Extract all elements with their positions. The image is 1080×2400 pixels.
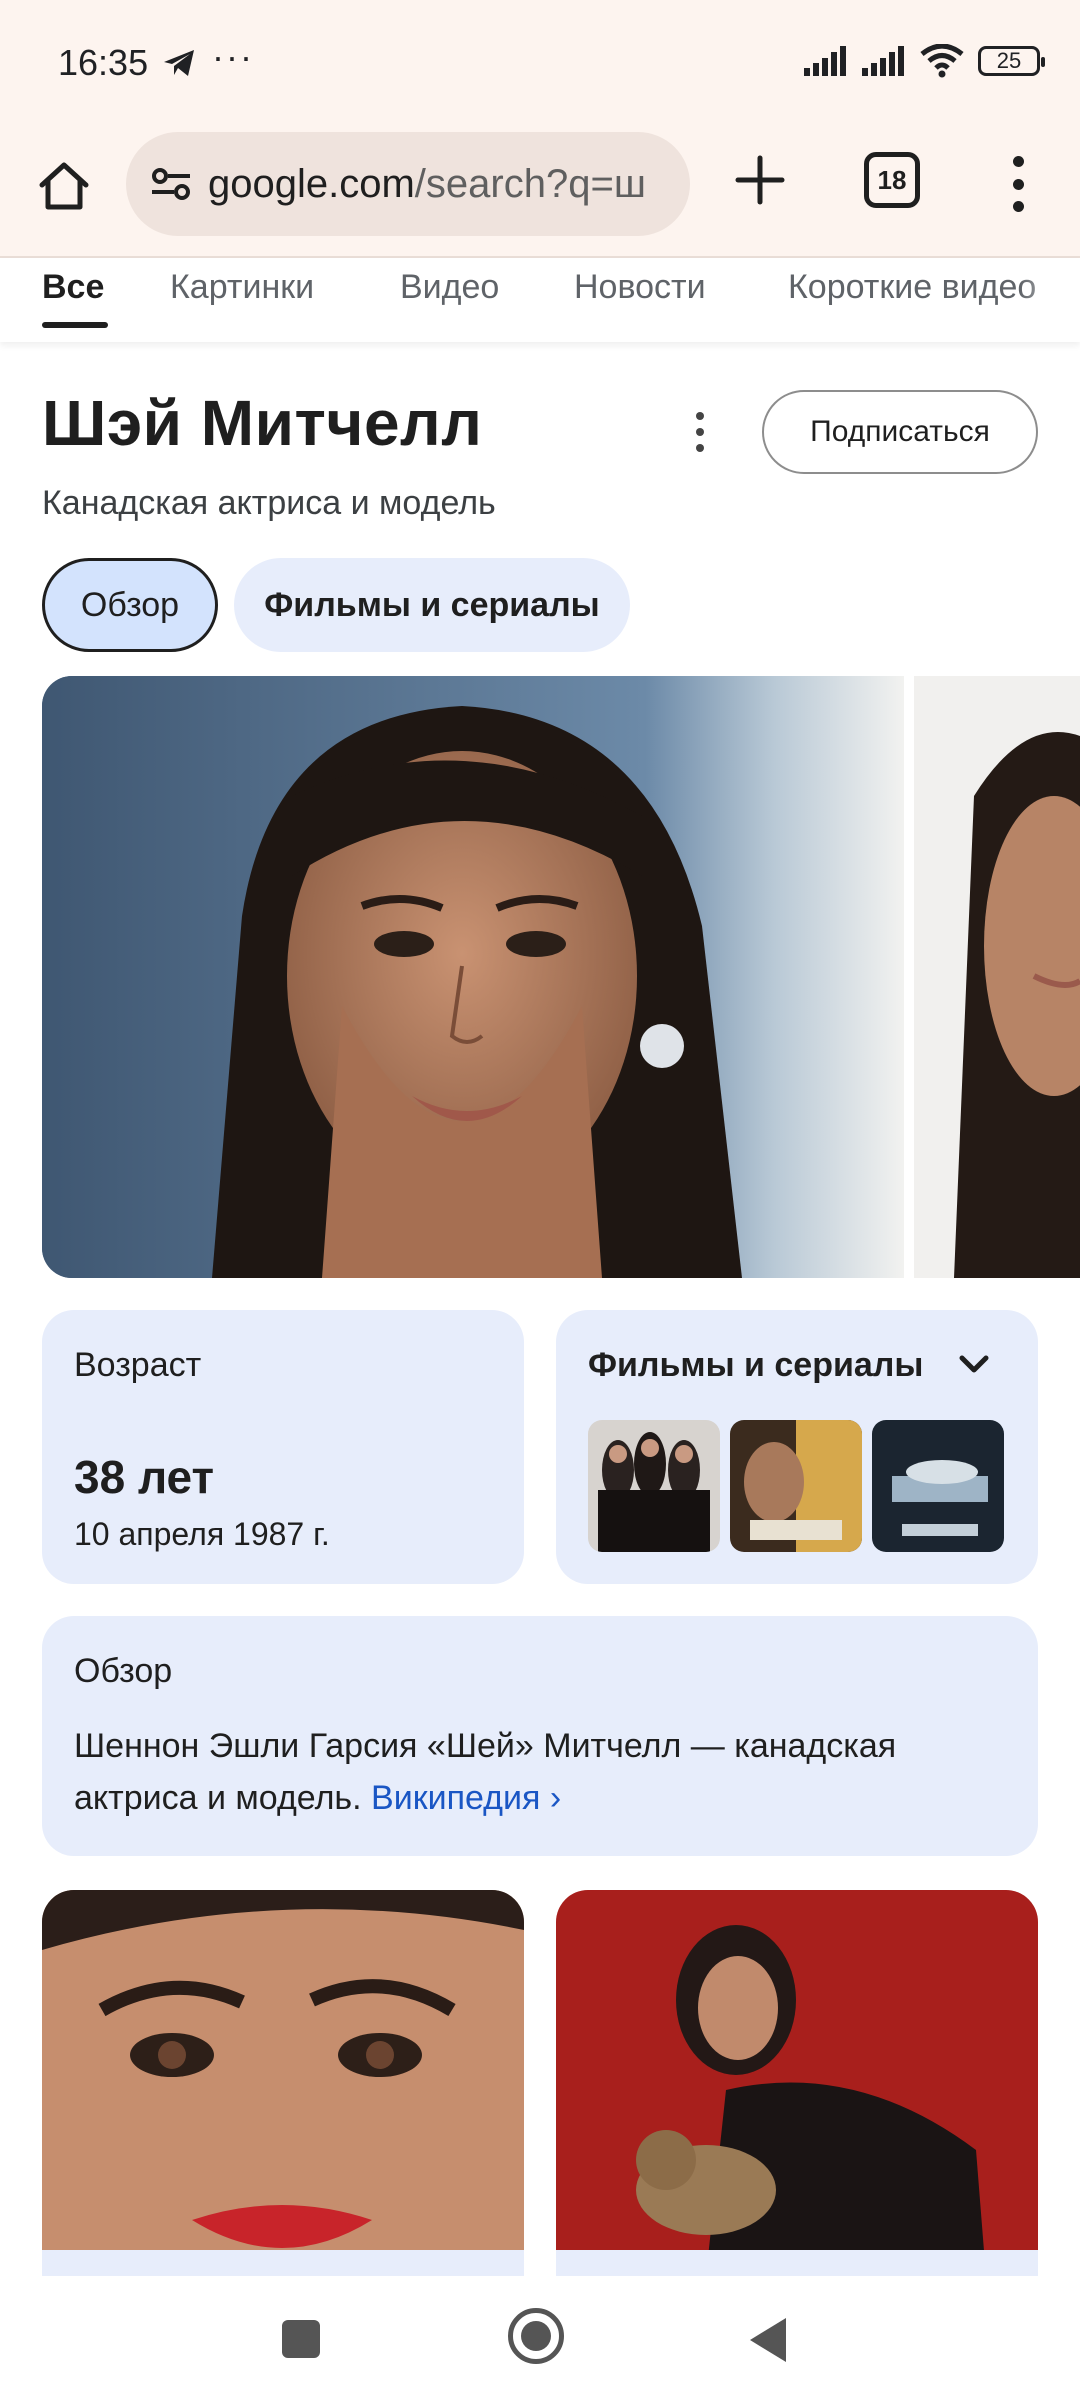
chip-overview[interactable]: Обзор	[42, 558, 218, 652]
active-tab-indicator	[42, 322, 108, 328]
home-icon	[39, 162, 89, 210]
tabs-fade	[1020, 258, 1080, 342]
wikipedia-link-label: Википедия	[371, 1779, 541, 1817]
wifi-icon	[920, 44, 964, 78]
poster-you[interactable]	[730, 1420, 862, 1552]
main-portrait-image[interactable]	[42, 676, 904, 1278]
overview-text: Шеннон Эшли Гарсия «Шей» Митчелл — канад…	[74, 1720, 1014, 1824]
browser-menu-button[interactable]	[1000, 152, 1036, 216]
more-notifications-icon: ···	[212, 36, 254, 77]
films-card-title: Фильмы и сериалы	[588, 1346, 924, 1384]
poster-pretty-little-liars[interactable]	[588, 1420, 720, 1552]
birth-date: 10 апреля 1987 г.	[74, 1516, 330, 1552]
related-image-1-footer	[42, 2250, 524, 2276]
tab-videos[interactable]: Видео	[400, 268, 499, 307]
telegram-icon	[164, 50, 194, 76]
signal-icon-2	[862, 46, 904, 76]
overview-card: Обзор Шеннон Эшли Гарсия «Шей» Митчелл —…	[42, 1616, 1038, 1856]
tab-images[interactable]: Картинки	[170, 268, 314, 307]
related-image-1[interactable]	[42, 1890, 524, 2276]
films-card[interactable]: Фильмы и сериалы	[556, 1310, 1038, 1584]
address-bar[interactable]: google.com/search?q=ш	[126, 132, 690, 236]
entity-description: Канадская актриса и модель	[42, 484, 496, 522]
chip-films-series[interactable]: Фильмы и сериалы	[234, 558, 630, 652]
tab-switcher-button[interactable]: 18	[864, 152, 920, 208]
signal-icon	[804, 46, 846, 76]
age-card[interactable]: Возраст 38 лет 10 апреля 1987 г.	[42, 1310, 524, 1584]
tab-short-videos[interactable]: Короткие видео	[788, 268, 1036, 307]
overview-title: Обзор	[74, 1652, 173, 1690]
home-nav-button[interactable]	[508, 2308, 564, 2364]
home-button[interactable]	[32, 154, 96, 218]
wikipedia-link[interactable]: Википедия ›	[371, 1779, 561, 1817]
more-options-icon[interactable]	[690, 412, 710, 452]
browser-toolbar: google.com/search?q=ш 18	[0, 130, 1080, 258]
url-host: google.com	[208, 161, 415, 206]
secondary-portrait-image[interactable]	[914, 676, 1080, 1278]
battery-icon: 25	[978, 46, 1045, 76]
site-settings-icon[interactable]	[148, 160, 196, 208]
new-tab-button[interactable]	[730, 150, 790, 210]
url-path: /search?q=ш	[414, 161, 646, 206]
tab-news[interactable]: Новости	[574, 268, 706, 307]
status-icons: 25	[804, 44, 1045, 78]
status-bar: 16:35 ··· 25	[0, 0, 1080, 130]
url-text: google.com/search?q=ш	[208, 162, 646, 207]
chevron-right-icon: ›	[549, 1779, 562, 1817]
search-filter-tabs: Все Картинки Видео Новости Короткие виде…	[0, 258, 1080, 342]
related-image-2[interactable]	[556, 1890, 1038, 2276]
poster-cadaver[interactable]	[872, 1420, 1004, 1552]
recent-apps-button[interactable]	[282, 2320, 320, 2358]
status-time: 16:35	[58, 42, 149, 83]
system-navigation-bar	[0, 2276, 1080, 2400]
entity-name: Шэй Митчелл	[42, 387, 483, 459]
tab-all[interactable]: Все	[42, 268, 104, 307]
subscribe-button[interactable]: Подписаться	[762, 390, 1038, 474]
age-label: Возраст	[74, 1346, 202, 1384]
back-button[interactable]	[750, 2318, 786, 2362]
age-value: 38 лет	[74, 1451, 215, 1503]
chevron-down-icon[interactable]	[956, 1350, 992, 1380]
related-image-2-footer	[556, 2250, 1038, 2276]
